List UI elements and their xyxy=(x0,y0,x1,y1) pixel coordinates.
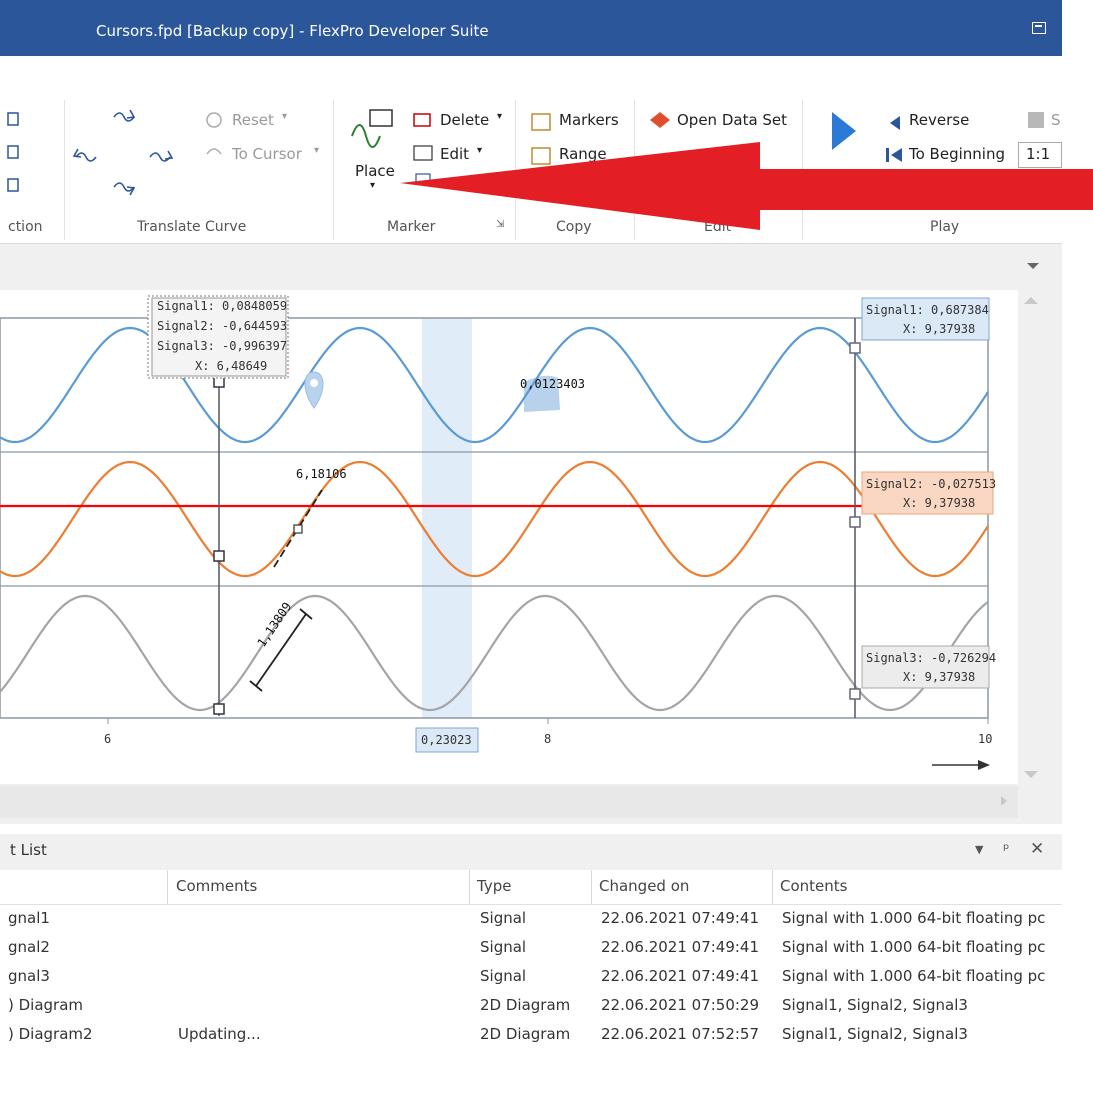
delete-dropdown-icon[interactable]: ▾ xyxy=(497,111,502,122)
column-separator[interactable] xyxy=(591,870,592,904)
cursor-point-marker[interactable] xyxy=(849,688,861,700)
row-comments: Updating... xyxy=(178,1025,261,1043)
cursor-point-marker[interactable] xyxy=(213,376,225,388)
cursor-point-marker[interactable] xyxy=(213,703,225,715)
row-contents: Signal with 1.000 64-bit floating pc xyxy=(782,938,1046,956)
place-marker-icon[interactable] xyxy=(348,106,400,156)
cursor2-signal3-value: Signal3: -0,726294 xyxy=(866,651,997,665)
stop-icon[interactable] xyxy=(1028,112,1044,128)
column-separator[interactable] xyxy=(469,870,470,904)
row-name: gnal3 xyxy=(8,967,50,985)
cursor2-signal3-x: X: 9,37938 xyxy=(903,670,976,684)
diagram-plot[interactable] xyxy=(0,284,1062,824)
vertical-scrollbar[interactable] xyxy=(1018,290,1044,784)
table-row[interactable]: ) Diagram 2D Diagram 22.06.2021 07:50:29… xyxy=(0,993,1055,1022)
object-list-header xyxy=(0,834,1062,870)
reverse-button[interactable]: Reverse xyxy=(909,111,969,129)
group-label-translate-curve: Translate Curve xyxy=(137,219,247,235)
row-changed-on: 22.06.2021 07:49:41 xyxy=(601,938,760,956)
cursor1-signal3-value: Signal3: -0,996397 xyxy=(157,339,288,353)
group-separator xyxy=(64,100,65,240)
row-type: 2D Diagram xyxy=(480,996,571,1014)
table-row[interactable]: gnal3 Signal 22.06.2021 07:49:41 Signal … xyxy=(0,964,1055,993)
row-name: gnal1 xyxy=(8,909,50,927)
cursor2-signal2-x: X: 9,37938 xyxy=(903,496,976,510)
row-contents: Signal with 1.000 64-bit floating pc xyxy=(782,909,1046,927)
table-row[interactable]: gnal2 Signal 22.06.2021 07:49:41 Signal … xyxy=(0,935,1055,964)
x-tick-label: 8 xyxy=(544,732,552,746)
slope-point-marker[interactable] xyxy=(293,524,303,534)
row-name: ) Diagram2 xyxy=(8,1025,93,1043)
x-tick-label: 10 xyxy=(978,732,993,746)
chevron-down-icon[interactable] xyxy=(1027,263,1039,269)
range-width-label: 0,23023 xyxy=(421,733,472,747)
column-header-row xyxy=(0,870,1062,905)
row-changed-on: 22.06.2021 07:52:57 xyxy=(601,1025,760,1043)
pin-icon[interactable]: ᵖ xyxy=(1003,840,1009,858)
cursor1-signal2-value: Signal2: -0,644593 xyxy=(157,319,288,333)
window-title: Cursors.fpd [Backup copy] - FlexPro Deve… xyxy=(96,22,489,40)
red-arrow-annotation xyxy=(400,142,1093,230)
row-type: Signal xyxy=(480,938,527,956)
column-header-type[interactable]: Type xyxy=(477,877,511,895)
row-contents: Signal1, Signal2, Signal3 xyxy=(782,996,968,1014)
row-changed-on: 22.06.2021 07:50:29 xyxy=(601,996,760,1014)
restore-ribbon-icon[interactable] xyxy=(1032,22,1046,34)
cursor-point-marker[interactable] xyxy=(213,550,225,562)
open-data-set-icon xyxy=(650,112,670,128)
place-dropdown-icon[interactable]: ▾ xyxy=(370,180,375,191)
to-cursor-dropdown-icon[interactable]: ▾ xyxy=(314,145,319,156)
delete-button[interactable]: Delete xyxy=(440,111,489,129)
row-type: 2D Diagram xyxy=(480,1025,571,1043)
cursor2-signal2-value: Signal2: -0,027513 xyxy=(866,477,997,491)
copy-markers-button[interactable]: Markers xyxy=(559,111,619,129)
column-header-comments[interactable]: Comments xyxy=(176,877,257,895)
cursor-point-marker[interactable] xyxy=(849,342,861,354)
panel-menu-icon[interactable]: ▼ xyxy=(975,843,983,856)
row-contents: Signal with 1.000 64-bit floating pc xyxy=(782,967,1046,985)
area-value-label: 0,0123403 xyxy=(520,377,586,391)
range-highlight xyxy=(422,318,472,718)
reset-button[interactable]: Reset xyxy=(232,111,274,129)
reset-icon xyxy=(206,112,222,155)
selection-icons[interactable] xyxy=(4,108,24,200)
close-icon[interactable]: ✕ xyxy=(1030,839,1044,859)
group-separator xyxy=(333,100,334,240)
cursor1-x-value: X: 6,48649 xyxy=(195,359,268,373)
slope-value-label: 6,18106 xyxy=(296,467,347,481)
row-type: Signal xyxy=(480,909,527,927)
row-changed-on: 22.06.2021 07:49:41 xyxy=(601,909,760,927)
table-row[interactable]: ) Diagram2 Updating... 2D Diagram 22.06.… xyxy=(0,1022,1055,1051)
document-toolbar-strip xyxy=(0,244,1062,284)
column-header-changed-on[interactable]: Changed on xyxy=(599,877,689,895)
column-separator[interactable] xyxy=(772,870,773,904)
cursor1-signal1-value: Signal1: 0,0848059 xyxy=(157,299,288,313)
group-label-selection: ction xyxy=(8,219,43,235)
place-button[interactable]: Place xyxy=(355,162,395,180)
open-data-set-button[interactable]: Open Data Set xyxy=(677,111,787,129)
location-pin-dot xyxy=(310,379,318,387)
row-name: ) Diagram xyxy=(8,996,84,1014)
row-name: gnal2 xyxy=(8,938,50,956)
row-changed-on: 22.06.2021 07:49:41 xyxy=(601,967,760,985)
to-cursor-button[interactable]: To Cursor xyxy=(232,145,302,163)
table-row[interactable]: gnal1 Signal 22.06.2021 07:49:41 Signal … xyxy=(0,906,1055,935)
column-separator[interactable] xyxy=(167,870,168,904)
x-tick-label: 6 xyxy=(104,732,112,746)
column-header-contents[interactable]: Contents xyxy=(780,877,847,895)
cursor2-signal1-value: Signal1: 0,687384 xyxy=(866,303,989,317)
row-type: Signal xyxy=(480,967,527,985)
truncated-s-button[interactable]: S xyxy=(1051,111,1061,129)
object-list-title: t List xyxy=(10,841,47,859)
reset-dropdown-icon[interactable]: ▾ xyxy=(282,111,287,122)
translate-curve-icons[interactable] xyxy=(70,105,180,200)
row-contents: Signal1, Signal2, Signal3 xyxy=(782,1025,968,1043)
cursor2-signal1-x: X: 9,37938 xyxy=(903,322,976,336)
horizontal-scrollbar[interactable] xyxy=(0,786,1018,818)
cursor-point-marker[interactable] xyxy=(849,516,861,528)
